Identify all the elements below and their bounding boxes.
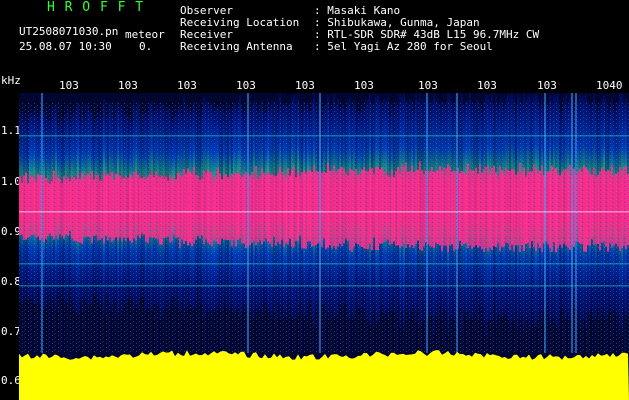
x-tick-label: 103 <box>295 79 315 92</box>
x-tick-label: 103 <box>537 79 557 92</box>
y-tick-label: 0.7 <box>1 325 21 338</box>
app-title: H R O F F T <box>47 0 145 15</box>
y-tick-label: 1.0 <box>1 175 21 188</box>
event-count: 0. <box>139 40 153 53</box>
x-tick-label: 103 <box>354 79 374 92</box>
y-axis-unit: kHz <box>1 74 21 87</box>
spectrogram-waterfall <box>19 93 629 400</box>
noise-level-fill <box>19 350 629 400</box>
y-tick-label: 0.9 <box>1 225 21 238</box>
x-tick-label: 103 <box>118 79 138 92</box>
x-tick-label: 103 <box>177 79 197 92</box>
y-tick-label: 0.8 <box>1 275 21 288</box>
hrofft-screen: H R O F F T UT2508071030.pn meteor 25.08… <box>0 0 629 400</box>
x-tick-label: 103 <box>59 79 79 92</box>
antenna-label: Receiving Antenna <box>180 40 293 53</box>
filename: UT2508071030.pn <box>19 25 119 38</box>
y-tick-label: 1.1 <box>1 124 21 137</box>
datetime: 25.08.07 10:30 <box>19 40 112 53</box>
x-tick-label: 103 <box>418 79 438 92</box>
antenna-value: : 5el Yagi Az 280 for Seoul <box>314 40 493 53</box>
x-tick-label: 103 <box>477 79 497 92</box>
x-tick-label: 1040 <box>596 79 623 92</box>
y-tick-label: 0.6 <box>1 374 21 387</box>
x-tick-label: 103 <box>236 79 256 92</box>
